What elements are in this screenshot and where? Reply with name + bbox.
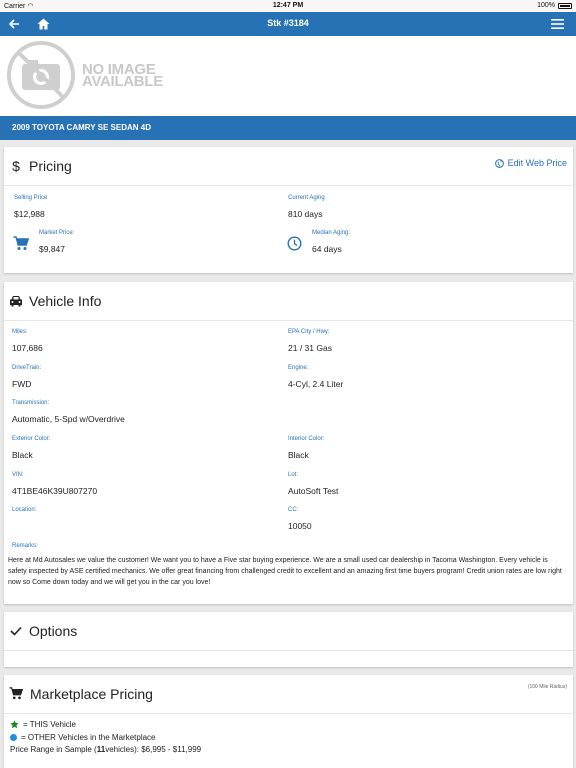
edit-web-price-label: Edit Web Price xyxy=(507,158,567,168)
clock-icon xyxy=(287,236,302,251)
vehicle-info-title: Vehicle Info xyxy=(29,293,102,309)
engine-label: Engine: xyxy=(288,365,309,371)
market-price-value: $9,847 xyxy=(39,244,65,254)
exterior-color-label: Exterior Color: xyxy=(12,436,51,442)
radius-note: (100 Mile Radius) xyxy=(527,684,567,690)
median-aging-value: 64 days xyxy=(312,244,342,254)
options-card[interactable]: Options xyxy=(4,612,573,667)
globe-icon xyxy=(494,158,504,168)
vin-value: 4T1BE46K39U807270 xyxy=(12,486,98,496)
pricing-card-header: $ Pricing Edit Web Price xyxy=(4,147,573,186)
pricing-card: $ Pricing Edit Web Price Selling Price $… xyxy=(4,147,573,273)
median-aging-label: Median Aging: xyxy=(312,230,351,236)
page-title: Stk #3184 xyxy=(267,18,309,28)
blue-dot-icon xyxy=(10,734,17,741)
legend-this-label: = THIS Vehicle xyxy=(23,720,76,729)
remarks-text: Here at Md Autosales we value the custom… xyxy=(8,557,562,586)
checkmark-icon xyxy=(10,626,22,636)
battery-icon xyxy=(558,2,572,9)
options-title: Options xyxy=(29,623,78,639)
engine-value: 4-Cyl, 2.4 Liter xyxy=(288,379,344,389)
green-star-icon xyxy=(10,720,19,729)
battery-percent: 100% xyxy=(537,2,555,9)
dollar-icon: $ xyxy=(12,158,20,174)
marketplace-header: Marketplace Pricing (100 Mile Radius) xyxy=(4,675,573,714)
exterior-color-value: Black xyxy=(12,450,33,460)
location-label: Location: xyxy=(12,507,37,513)
lot-label: Lot: xyxy=(288,472,299,478)
miles-label: Miles: xyxy=(12,329,28,335)
cc-value: 10050 xyxy=(288,521,312,531)
legend-this-vehicle: = THIS Vehicle xyxy=(10,720,76,729)
options-header[interactable]: Options xyxy=(4,612,573,651)
drivetrain-value: FWD xyxy=(12,379,32,389)
selling-price-value: $12,988 xyxy=(14,209,45,219)
selling-price-label: Selling Price xyxy=(14,195,48,201)
marketplace-pricing-card: Marketplace Pricing (100 Mile Radius) = … xyxy=(4,675,573,768)
range-suffix: vehicles): $6,995 - $11,999 xyxy=(105,745,202,754)
no-image-line2: AVAILABLE xyxy=(82,73,163,90)
range-prefix: Price Range in Sample ( xyxy=(10,745,97,754)
vin-label: VIN: xyxy=(12,472,24,478)
vehicle-title-band: 2009 TOYOTA CAMRY SE SEDAN 4D xyxy=(0,116,576,140)
transmission-value: Automatic, 5-Spd w/Overdrive xyxy=(12,414,125,424)
car-icon xyxy=(10,296,22,307)
legend-other-label: = OTHER Vehicles in the Marketplace xyxy=(21,733,156,742)
vehicle-info-header: Vehicle Info xyxy=(4,282,573,321)
status-bar: Carrier ◠ 12:47 PM 100% xyxy=(0,0,576,12)
miles-value: 107,686 xyxy=(12,343,43,353)
market-price-label: Market Price: xyxy=(39,230,75,236)
vehicle-title: 2009 TOYOTA CAMRY SE SEDAN 4D xyxy=(12,123,151,132)
epa-label: EPA City / Hwy: xyxy=(288,329,330,335)
pricing-title: Pricing xyxy=(29,158,72,174)
interior-color-label: Interior Color: xyxy=(288,436,325,442)
nav-bar: Stk #3184 xyxy=(0,12,576,36)
transmission-label: Transmission: xyxy=(12,400,50,406)
lot-value: AutoSoft Test xyxy=(288,486,339,496)
interior-color-value: Black xyxy=(288,450,309,460)
no-image-camera-icon xyxy=(7,41,75,109)
hamburger-menu-icon xyxy=(550,19,564,29)
battery-indicator: 100% xyxy=(537,2,572,9)
range-count: 11 xyxy=(96,745,106,754)
price-range-text: Price Range in Sample ( 11 vehicles): $6… xyxy=(10,745,201,754)
remarks-label: Remarks: xyxy=(12,543,38,549)
status-time: 12:47 PM xyxy=(272,2,304,9)
no-image-text: NO IMAGE AVAILABLE xyxy=(82,62,163,90)
cc-label: CC: xyxy=(288,507,299,513)
legend-other-vehicles: = OTHER Vehicles in the Marketplace xyxy=(10,733,156,742)
drivetrain-label: DriveTrain: xyxy=(12,365,42,371)
epa-value: 21 / 31 Gas xyxy=(288,343,332,353)
shopping-cart-icon xyxy=(13,236,29,250)
edit-web-price-link[interactable]: Edit Web Price xyxy=(494,158,567,168)
shopping-cart-icon xyxy=(9,687,23,700)
marketplace-title: Marketplace Pricing xyxy=(30,686,153,702)
current-aging-value: 810 days xyxy=(288,209,323,219)
menu-button[interactable] xyxy=(548,16,566,32)
current-aging-label: Current Aging xyxy=(288,195,325,201)
